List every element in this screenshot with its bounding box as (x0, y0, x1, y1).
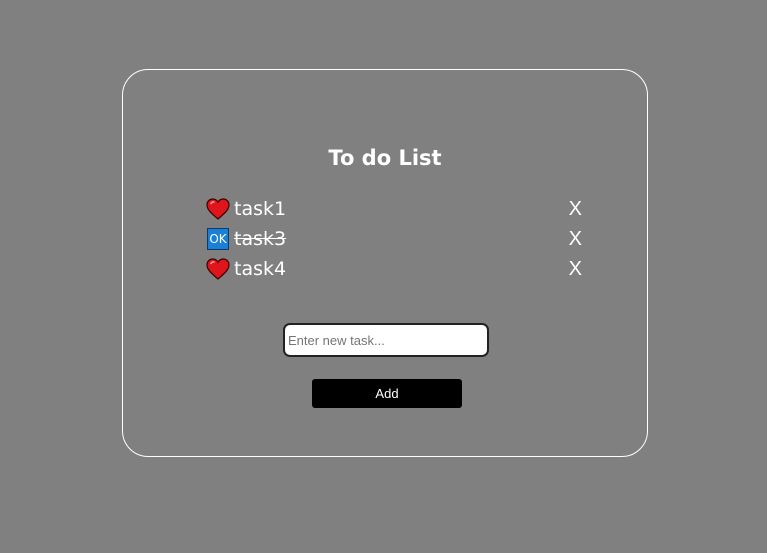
heart-icon[interactable] (206, 197, 230, 221)
task-list: task1 X OK task3 X task4 X (206, 194, 582, 284)
ok-icon[interactable]: OK (206, 227, 230, 251)
task-label[interactable]: task1 (234, 194, 286, 224)
delete-task-button[interactable]: X (569, 194, 582, 224)
task-label-completed[interactable]: task3 (234, 224, 286, 254)
list-item: task4 X (206, 254, 582, 284)
delete-task-button[interactable]: X (569, 224, 582, 254)
task-label[interactable]: task4 (234, 254, 286, 284)
delete-task-button[interactable]: X (569, 254, 582, 284)
todo-card: To do List task1 X OK task3 X task4 X En… (122, 69, 648, 457)
add-task-button[interactable]: Add (312, 379, 462, 408)
list-item: task1 X (206, 194, 582, 224)
new-task-input[interactable] (283, 323, 489, 357)
ok-badge: OK (207, 228, 229, 250)
list-item: OK task3 X (206, 224, 582, 254)
heart-icon[interactable] (206, 257, 230, 281)
page-title: To do List (328, 146, 442, 170)
